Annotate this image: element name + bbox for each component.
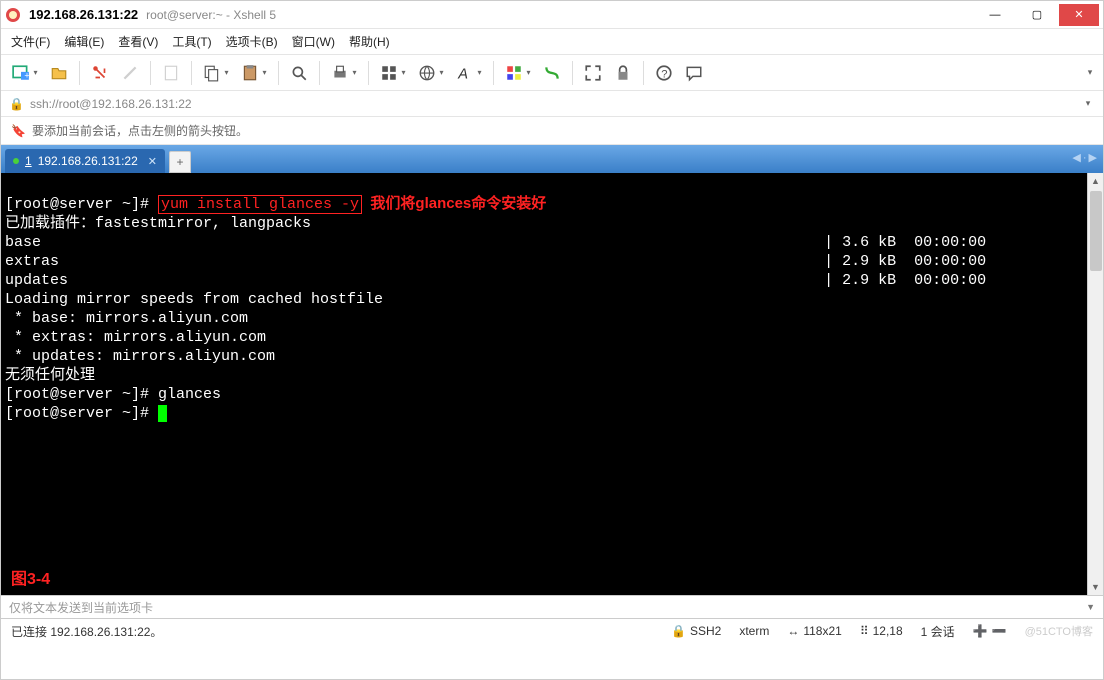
add-tab-button[interactable]: + xyxy=(169,151,191,173)
lock-small-icon: 🔒 xyxy=(671,624,686,638)
new-session-button[interactable]: + xyxy=(7,59,43,87)
find-button[interactable] xyxy=(285,59,313,87)
toolbar: + A ? ▾ xyxy=(1,55,1103,91)
send-input-placeholder: 仅将文本发送到当前选项卡 xyxy=(9,599,1086,616)
fullscreen-button[interactable] xyxy=(579,59,607,87)
terminal[interactable]: [root@server ~]# yum install glances -y … xyxy=(1,173,1087,595)
info-text: 要添加当前会话，点击左侧的箭头按钮。 xyxy=(32,122,248,139)
terminal-line: * extras: mirrors.aliyun.com xyxy=(5,329,266,346)
terminal-line: * updates: mirrors.aliyun.com xyxy=(5,348,275,365)
maximize-button[interactable]: ▢ xyxy=(1017,4,1057,26)
print-button[interactable] xyxy=(326,59,362,87)
info-bar: 🔖 要添加当前会话，点击左侧的箭头按钮。 xyxy=(1,117,1103,145)
menu-tabs[interactable]: 选项卡(B) xyxy=(226,33,278,50)
svg-text:+: + xyxy=(25,70,30,80)
prompt: [root@server ~]# xyxy=(5,196,158,213)
terminal-line: [root@server ~]# xyxy=(5,405,158,422)
menu-window[interactable]: 窗口(W) xyxy=(292,33,335,50)
terminal-line: extras | 2.9 kB 00:00:00 xyxy=(5,253,986,270)
encoding-button[interactable] xyxy=(413,59,449,87)
scroll-thumb[interactable] xyxy=(1090,191,1102,271)
tab-nav-arrows[interactable]: ◀·▶ xyxy=(1072,151,1097,164)
input-dropdown-icon[interactable]: ▼ xyxy=(1086,602,1095,612)
terminal-line: 已加载插件：fastestmirror, langpacks xyxy=(5,215,311,232)
script-button[interactable] xyxy=(538,59,566,87)
sessions-minus-icon[interactable]: ➖ xyxy=(992,624,1007,638)
terminal-line: 无须任何处理 xyxy=(5,367,95,384)
size-icon: ↔ xyxy=(787,624,799,638)
status-size: 118x21 xyxy=(803,624,841,638)
open-button[interactable] xyxy=(45,59,73,87)
status-connection: 已连接 192.168.26.131:22。 xyxy=(11,623,653,640)
highlighted-command: yum install glances -y xyxy=(158,195,362,214)
help-button[interactable]: ? xyxy=(650,59,678,87)
minimize-button[interactable]: — xyxy=(975,4,1015,26)
reconnect-button[interactable] xyxy=(86,59,114,87)
watermark-text: @51CTO博客 xyxy=(1025,623,1093,639)
svg-text:?: ? xyxy=(661,68,667,80)
menu-bar: 文件(F) 编辑(E) 查看(V) 工具(T) 选项卡(B) 窗口(W) 帮助(… xyxy=(1,29,1103,55)
figure-label: 图3-4 xyxy=(11,570,50,589)
window-title: 192.168.26.131:22 xyxy=(29,7,138,22)
lock-icon: 🔒 xyxy=(9,97,24,111)
color-button[interactable] xyxy=(500,59,536,87)
terminal-line: base | 3.6 kB 00:00:00 xyxy=(5,234,986,251)
status-dot-icon xyxy=(13,158,19,164)
annotation-text: 我们将glances命令安装好 xyxy=(362,195,546,212)
terminal-scrollbar[interactable]: ▲ ▼ xyxy=(1087,173,1103,595)
app-icon xyxy=(5,7,21,23)
window-subtitle: root@server:~ - Xshell 5 xyxy=(146,8,276,22)
copy-button[interactable] xyxy=(198,59,234,87)
status-term: xterm xyxy=(739,624,769,638)
terminal-line: updates | 2.9 kB 00:00:00 xyxy=(5,272,986,289)
toolbar-overflow-button[interactable]: ▾ xyxy=(1083,59,1097,87)
cursor-icon: ⠿ xyxy=(860,624,869,638)
status-protocol: SSH2 xyxy=(690,624,721,638)
menu-tools[interactable]: 工具(T) xyxy=(172,33,211,50)
bookmark-icon[interactable]: 🔖 xyxy=(11,124,26,138)
status-bar: 已连接 192.168.26.131:22。 🔒 SSH2 xterm ↔ 118x… xyxy=(1,619,1103,643)
close-tab-icon[interactable]: ✕ xyxy=(148,155,157,168)
close-button[interactable]: ✕ xyxy=(1059,4,1099,26)
session-tab[interactable]: 1 192.168.26.131:22 ✕ xyxy=(5,149,165,173)
address-text[interactable]: ssh://root@192.168.26.131:22 xyxy=(30,97,1075,111)
cursor-block xyxy=(158,405,167,422)
addrbar-overflow-button[interactable]: ▾ xyxy=(1081,90,1095,118)
status-sessions: 1 会话 xyxy=(921,623,955,640)
terminal-area: [root@server ~]# yum install glances -y … xyxy=(1,173,1103,595)
scroll-down-icon[interactable]: ▼ xyxy=(1088,579,1103,595)
menu-edit[interactable]: 编辑(E) xyxy=(64,33,104,50)
disconnect-button[interactable] xyxy=(116,59,144,87)
sessions-plus-icon[interactable]: ➕ xyxy=(973,624,988,638)
session-tab-label: 192.168.26.131:22 xyxy=(38,154,138,168)
font-button[interactable]: A xyxy=(451,59,487,87)
menu-view[interactable]: 查看(V) xyxy=(118,33,158,50)
paste-button[interactable] xyxy=(236,59,272,87)
chat-button[interactable] xyxy=(680,59,708,87)
address-bar: 🔒 ssh://root@192.168.26.131:22 ▾ xyxy=(1,91,1103,117)
properties-button[interactable] xyxy=(157,59,185,87)
session-tab-index: 1 xyxy=(25,154,32,168)
layout-button[interactable] xyxy=(375,59,411,87)
menu-file[interactable]: 文件(F) xyxy=(11,33,50,50)
terminal-line: [root@server ~]# glances xyxy=(5,386,221,403)
menu-help[interactable]: 帮助(H) xyxy=(349,33,390,50)
scroll-up-icon[interactable]: ▲ xyxy=(1088,173,1103,189)
title-bar: 192.168.26.131:22 root@server:~ - Xshell… xyxy=(1,1,1103,29)
lock-button[interactable] xyxy=(609,59,637,87)
svg-text:A: A xyxy=(458,66,469,81)
terminal-line: * base: mirrors.aliyun.com xyxy=(5,310,248,327)
terminal-line: Loading mirror speeds from cached hostfi… xyxy=(5,291,383,308)
status-cursor: 12,18 xyxy=(873,624,903,638)
session-tab-bar: 1 192.168.26.131:22 ✕ + ◀·▶ xyxy=(1,145,1103,173)
send-input-bar[interactable]: 仅将文本发送到当前选项卡 ▼ xyxy=(1,595,1103,619)
